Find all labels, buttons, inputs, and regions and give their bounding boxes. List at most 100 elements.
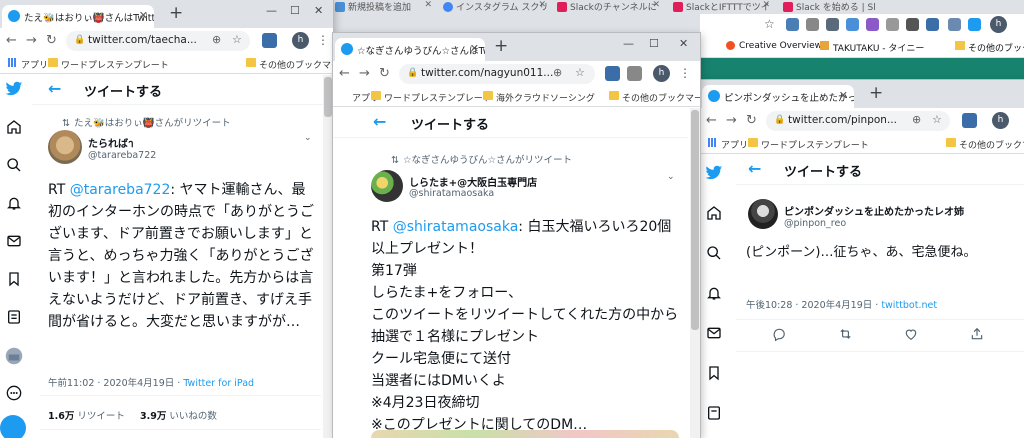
bookmark-crowd[interactable]: 海外クラウドソーシング <box>483 91 595 104</box>
mention-link[interactable]: @tarareba722 <box>70 182 171 198</box>
forward-icon[interactable]: → <box>726 113 737 128</box>
extension-icon[interactable] <box>786 18 799 31</box>
bookmark-other[interactable]: その他のブックマーク <box>946 138 1024 151</box>
back-arrow-icon[interactable]: ← <box>48 79 61 98</box>
bookmark-takutaku[interactable]: TAKUTAKU - タイニー <box>820 41 924 54</box>
close-icon[interactable]: ✕ <box>538 0 546 10</box>
install-icon[interactable]: ⊕ <box>912 113 921 126</box>
display-name[interactable]: しらたま+@大阪白玉専門店 <box>409 174 537 189</box>
background-tab-5[interactable]: Slack を始める | Sl <box>780 0 880 14</box>
retweeted-by[interactable]: ⇅ たえ🐝はおりぃ👹さんがリツイート <box>62 115 231 129</box>
chevron-down-icon[interactable]: ⌄ <box>304 133 312 143</box>
kebab-icon[interactable]: ⋮ <box>317 33 329 47</box>
lists-icon[interactable] <box>4 309 24 329</box>
forward-icon[interactable]: → <box>359 66 370 81</box>
bookmarks-icon[interactable] <box>704 365 724 385</box>
back-icon[interactable]: ← <box>339 66 350 81</box>
user-handle[interactable]: @tarareba722 <box>88 150 156 161</box>
messages-icon[interactable] <box>704 325 724 345</box>
back-icon[interactable]: ← <box>6 33 17 48</box>
close-icon[interactable]: ✕ <box>652 0 660 10</box>
bookmark-wp[interactable]: ワードプレステンプレート <box>748 138 869 151</box>
scrollbar[interactable] <box>323 75 333 438</box>
notifications-icon[interactable] <box>4 195 24 215</box>
minimize-button[interactable]: — <box>623 37 634 50</box>
tab-active[interactable]: ☆なぎさんゆうびん☆さんはTwitterを ✕ <box>335 38 485 61</box>
retweet-count[interactable]: 1.6万 リツイート <box>48 408 125 422</box>
profile-avatar[interactable]: h <box>990 16 1007 33</box>
home-icon[interactable] <box>4 119 24 139</box>
user-handle[interactable]: @pinpon_reo <box>784 218 846 229</box>
like-icon[interactable] <box>904 327 918 345</box>
extension-icon[interactable] <box>948 18 961 31</box>
star-icon[interactable]: ☆ <box>232 33 242 46</box>
minimize-button[interactable]: — <box>266 4 277 17</box>
explore-icon[interactable] <box>704 245 724 265</box>
extension-icon[interactable] <box>866 18 879 31</box>
address-bar[interactable]: 🔒 twitter.com/pinpon... ⊕ ☆ <box>766 111 950 131</box>
share-icon[interactable] <box>970 327 984 345</box>
bookmark-apps[interactable]: アプリ <box>8 58 48 71</box>
tab-active[interactable]: ピンポンダッシュを止めたかったレオ姉 ✕ <box>702 85 854 108</box>
close-window-button[interactable]: ✕ <box>679 37 688 50</box>
extension-icon[interactable] <box>846 18 859 31</box>
source-link[interactable]: Twitter for iPad <box>183 378 254 389</box>
display-name[interactable]: ピンポンダッシュを止めたかったレオ姉 <box>784 203 964 218</box>
star-icon[interactable]: ☆ <box>932 113 942 126</box>
bookmark-wp[interactable]: ワードプレステンプレート <box>371 91 492 104</box>
avatar[interactable] <box>48 130 82 164</box>
forward-icon[interactable]: → <box>26 33 37 48</box>
background-tab-2[interactable]: インスタグラム スクリ ✕ <box>440 0 548 14</box>
bookmark-apps[interactable]: アプリ <box>708 138 748 151</box>
kebab-icon[interactable]: ⋮ <box>679 66 691 80</box>
profile-avatar[interactable]: h <box>992 112 1009 129</box>
background-tab-3[interactable]: Slackのチャンネルに ✕ <box>554 0 662 14</box>
close-icon[interactable]: ✕ <box>470 42 479 55</box>
messages-icon[interactable] <box>4 233 24 253</box>
reply-icon[interactable] <box>772 327 786 345</box>
extension-icon[interactable] <box>806 18 819 31</box>
scrollbar[interactable] <box>690 108 700 438</box>
bookmark-other[interactable]: その他のブックマーク <box>955 41 1024 54</box>
compose-icon[interactable] <box>0 415 26 438</box>
extension-icon[interactable] <box>906 18 919 31</box>
profile-avatar[interactable]: h <box>292 32 309 49</box>
reload-icon[interactable]: ↻ <box>746 113 757 128</box>
extension-icon[interactable] <box>627 66 642 81</box>
lists-icon[interactable] <box>704 405 724 425</box>
extension-icon[interactable] <box>826 18 839 31</box>
bookmark-creative-overview[interactable]: Creative Overview <box>726 41 822 51</box>
close-icon[interactable]: ✕ <box>762 0 770 10</box>
avatar[interactable] <box>748 199 778 229</box>
bookmark-other[interactable]: その他のブックマーク <box>609 91 700 104</box>
extension-icon[interactable] <box>962 113 977 128</box>
extension-icon[interactable] <box>926 18 939 31</box>
new-tab-button[interactable]: + <box>169 3 183 23</box>
more-icon[interactable] <box>4 385 24 405</box>
new-tab-button[interactable]: + <box>869 83 883 103</box>
bookmarks-icon[interactable] <box>4 271 24 291</box>
retweeted-by[interactable]: ⇅ ☆なぎさんゆうびん☆さんがリツイート <box>391 152 572 166</box>
home-icon[interactable] <box>704 205 724 225</box>
reload-icon[interactable]: ↻ <box>379 66 390 81</box>
mention-link[interactable]: @shiratamaosaka <box>393 219 519 235</box>
retweet-icon[interactable] <box>838 327 853 345</box>
background-tab-1[interactable]: 新規投稿を追加 ✕ <box>332 0 434 14</box>
extension-icon[interactable] <box>262 33 277 48</box>
scrollbar-thumb[interactable] <box>691 110 699 330</box>
tweet-image[interactable] <box>371 430 679 438</box>
address-bar[interactable]: 🔒 twitter.com/taecha... ⊕ ☆ <box>66 31 250 51</box>
close-icon[interactable]: ✕ <box>139 9 148 22</box>
explore-icon[interactable] <box>4 157 24 177</box>
like-count[interactable]: 3.9万 いいねの数 <box>140 408 217 422</box>
extension-icon[interactable] <box>886 18 899 31</box>
user-handle[interactable]: @shiratamaosaka <box>409 188 494 199</box>
extension-icon[interactable] <box>605 66 620 81</box>
install-icon[interactable]: ⊕ <box>212 33 221 46</box>
extension-icon[interactable] <box>968 18 981 31</box>
background-tab-4[interactable]: SlackとIFTTTでツイ ✕ <box>670 0 772 14</box>
maximize-button[interactable]: ☐ <box>649 37 659 50</box>
notifications-icon[interactable] <box>704 285 724 305</box>
bookmark-wp[interactable]: ワードプレステンプレート <box>48 58 169 71</box>
bookmark-other[interactable]: その他のブックマーク <box>246 58 333 71</box>
